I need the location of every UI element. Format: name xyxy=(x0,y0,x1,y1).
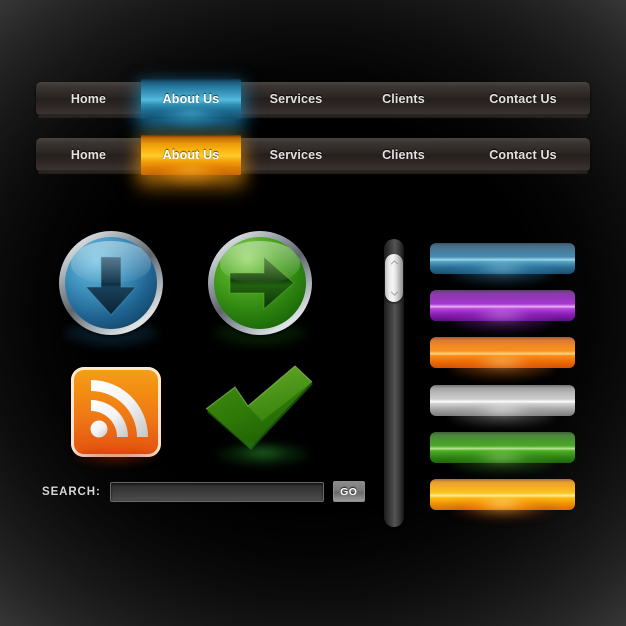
search-input[interactable] xyxy=(109,481,324,502)
nav-label: Clients xyxy=(382,148,425,162)
rss-feed-button[interactable] xyxy=(71,367,161,466)
yellow-bar-button[interactable] xyxy=(430,479,575,520)
nav-label: Services xyxy=(269,92,323,106)
nav-label: Clients xyxy=(382,92,425,106)
arrow-down-icon xyxy=(84,256,138,316)
bar-surface xyxy=(430,432,575,463)
forward-arrow-button[interactable] xyxy=(208,231,312,347)
search-row: SEARCH: GO xyxy=(42,481,365,502)
bar-surface xyxy=(430,337,575,368)
nav-item-about-us[interactable]: About Us xyxy=(141,79,241,119)
nav-label: Home xyxy=(70,148,107,162)
navigation-bar-orange: Home About Us Services Clients Contact U… xyxy=(36,135,590,175)
nav-label: About Us xyxy=(162,92,220,106)
arrow-right-icon xyxy=(229,255,295,311)
nav-item-home-alt[interactable]: Home xyxy=(36,138,141,172)
rss-icon xyxy=(90,380,148,438)
nav-item-clients[interactable]: Clients xyxy=(351,82,456,116)
bar-surface xyxy=(430,479,575,510)
bar-surface xyxy=(430,385,575,416)
blue-bar-button[interactable] xyxy=(430,243,575,284)
nav-items-blue: Home About Us Services Clients Contact U… xyxy=(36,79,590,119)
bar-surface xyxy=(430,290,575,321)
nav-item-about-us-alt[interactable]: About Us xyxy=(141,135,241,175)
navigation-bar-blue: Home About Us Services Clients Contact U… xyxy=(36,79,590,119)
nav-label: Home xyxy=(70,92,107,106)
nav-item-contact-us-alt[interactable]: Contact Us xyxy=(456,138,590,172)
orange-bar-button[interactable] xyxy=(430,337,575,378)
purple-bar-button[interactable] xyxy=(430,290,575,331)
chevron-down-icon xyxy=(390,291,398,296)
nav-label: Contact Us xyxy=(489,148,557,162)
checkmark-button[interactable] xyxy=(200,362,318,466)
icon-glow xyxy=(73,448,159,466)
scrollbar-thumb[interactable] xyxy=(385,253,403,302)
nav-item-services[interactable]: Services xyxy=(241,82,351,116)
nav-label: Services xyxy=(269,148,323,162)
nav-item-clients-alt[interactable]: Clients xyxy=(351,138,456,172)
silver-bar-button[interactable] xyxy=(430,385,575,426)
vertical-scrollbar[interactable] xyxy=(384,239,404,527)
go-button[interactable]: GO xyxy=(332,481,365,502)
nav-item-home[interactable]: Home xyxy=(36,82,141,116)
nav-item-services-alt[interactable]: Services xyxy=(241,138,351,172)
nav-item-contact-us[interactable]: Contact Us xyxy=(456,82,590,116)
download-arrow-button[interactable] xyxy=(59,231,163,347)
ui-kit-canvas: Home About Us Services Clients Contact U… xyxy=(0,0,626,626)
search-label: SEARCH: xyxy=(42,485,101,498)
icon-glow xyxy=(216,444,309,466)
green-bar-button[interactable] xyxy=(430,432,575,473)
nav-items-orange: Home About Us Services Clients Contact U… xyxy=(36,135,590,175)
chevron-up-icon xyxy=(390,259,398,265)
bar-surface xyxy=(430,243,575,274)
nav-label: Contact Us xyxy=(489,92,557,106)
nav-label: About Us xyxy=(162,148,220,162)
